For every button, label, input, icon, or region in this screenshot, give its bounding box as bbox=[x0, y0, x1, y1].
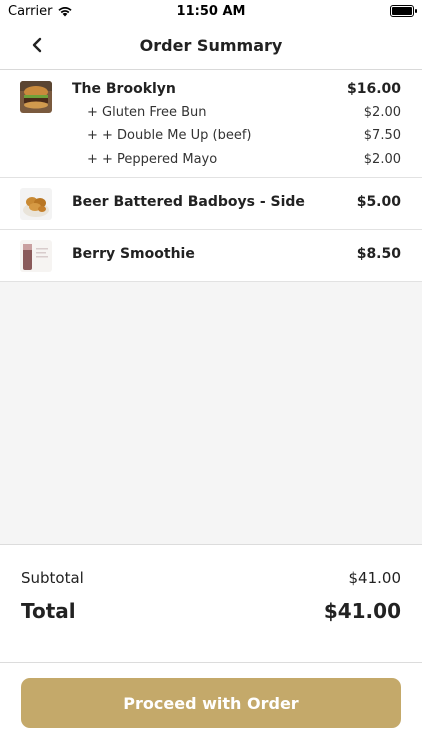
modifier-name: + + Peppered Mayo bbox=[87, 152, 218, 167]
item-name: Berry Smoothie bbox=[72, 246, 195, 262]
order-item[interactable]: Berry Smoothie $8.50 bbox=[0, 230, 422, 282]
wifi-icon bbox=[58, 6, 73, 17]
total-label: Total bbox=[21, 599, 76, 623]
modifier-price: $7.50 bbox=[363, 128, 401, 143]
smoothie-image bbox=[20, 240, 52, 272]
item-name: The Brooklyn bbox=[72, 81, 176, 97]
status-bar: Carrier 11:50 AM bbox=[0, 0, 422, 22]
carrier-group: Carrier bbox=[8, 4, 73, 19]
modifier-name: + + Double Me Up (beef) bbox=[87, 128, 252, 143]
empty-list-area bbox=[0, 282, 422, 544]
page-title: Order Summary bbox=[139, 36, 283, 55]
chevron-left-icon bbox=[32, 37, 42, 53]
totals-section: Subtotal $41.00 Total $41.00 bbox=[0, 544, 422, 663]
order-item[interactable]: The Brooklyn $16.00 + Gluten Free Bun $2… bbox=[0, 71, 422, 178]
subtotal-value: $41.00 bbox=[348, 569, 402, 587]
modifier-row: + Gluten Free Bun $2.00 bbox=[0, 105, 422, 125]
carrier-label: Carrier bbox=[8, 3, 53, 19]
fries-image bbox=[20, 188, 52, 220]
total-value: $41.00 bbox=[323, 599, 401, 623]
item-price: $8.50 bbox=[356, 246, 401, 262]
item-name: Beer Battered Badboys - Side bbox=[72, 194, 305, 210]
subtotal-label: Subtotal bbox=[21, 569, 84, 587]
modifier-row: + + Peppered Mayo $2.00 bbox=[0, 152, 422, 172]
modifier-row: + + Double Me Up (beef) $7.50 bbox=[0, 128, 422, 148]
modifier-price: $2.00 bbox=[363, 152, 401, 167]
back-button[interactable] bbox=[22, 30, 52, 60]
navigation-bar: Order Summary bbox=[0, 22, 422, 70]
item-price: $5.00 bbox=[356, 194, 401, 210]
battery-icon bbox=[390, 5, 417, 17]
item-price: $16.00 bbox=[346, 81, 401, 97]
order-list: The Brooklyn $16.00 + Gluten Free Bun $2… bbox=[0, 71, 422, 282]
proceed-button[interactable]: Proceed with Order bbox=[21, 678, 401, 728]
order-item[interactable]: Beer Battered Badboys - Side $5.00 bbox=[0, 178, 422, 230]
modifier-price: $2.00 bbox=[363, 105, 401, 120]
modifier-name: + Gluten Free Bun bbox=[87, 105, 207, 120]
